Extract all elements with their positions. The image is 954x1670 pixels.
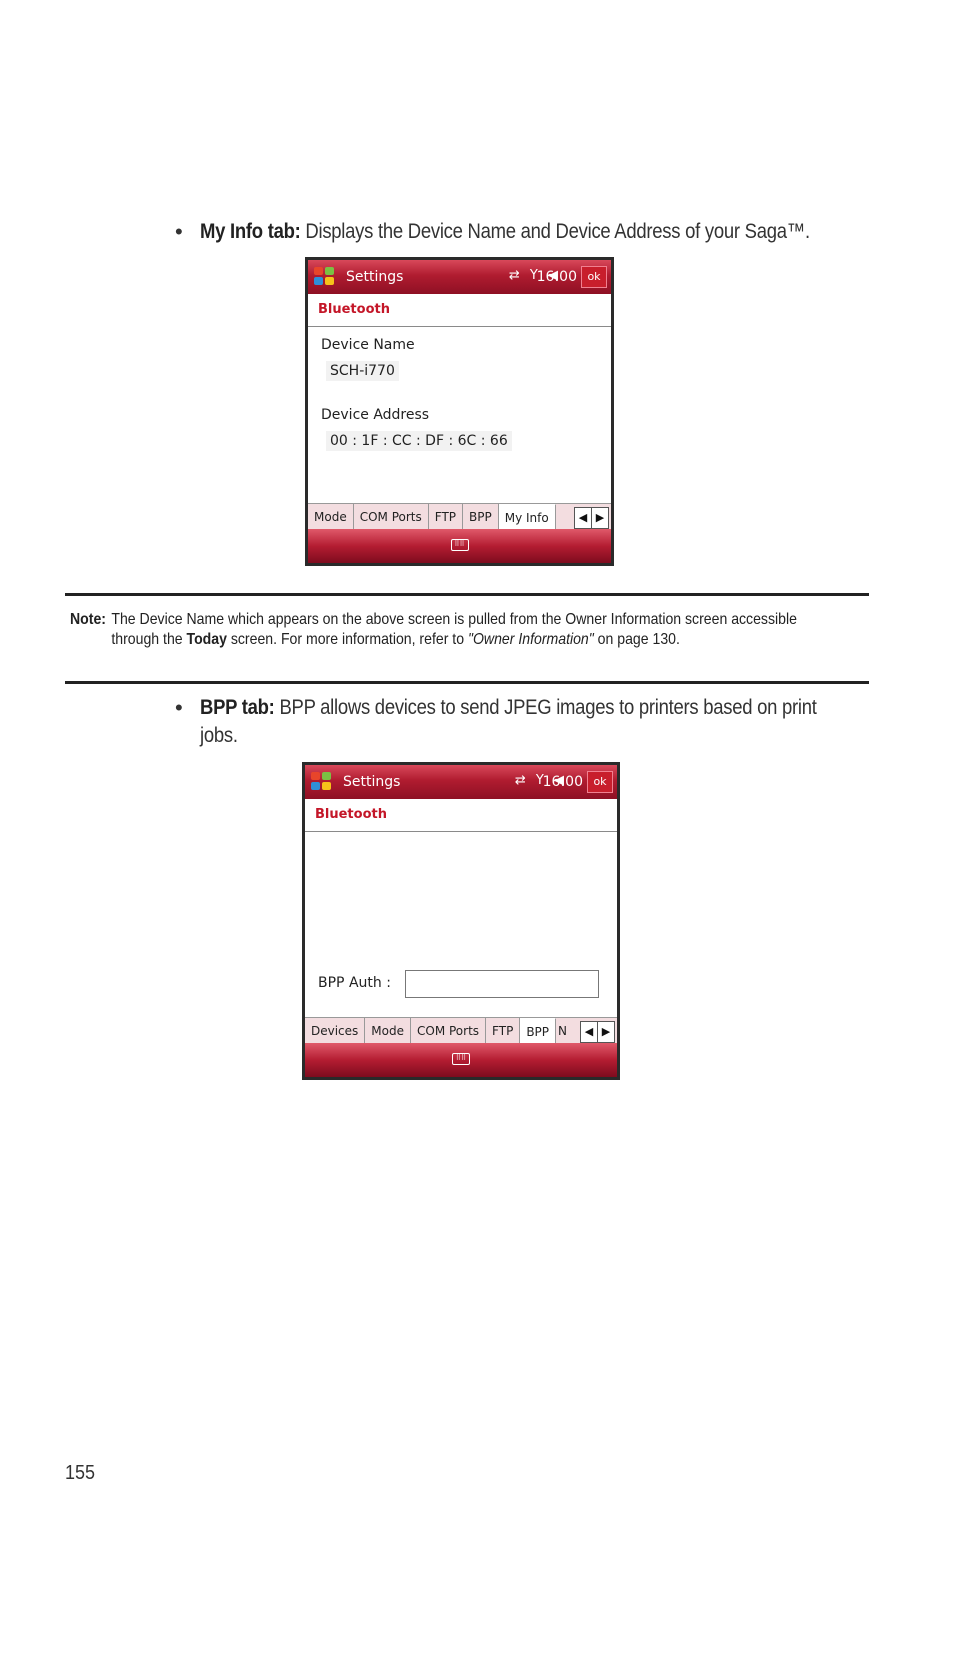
page-number: 155	[65, 1462, 96, 1484]
tab-com-ports[interactable]: COM Ports	[354, 504, 429, 530]
keyboard-icon[interactable]: ⠿⠿	[450, 539, 469, 551]
bpp-auth-label: BPP Auth :	[318, 975, 391, 991]
device-address-value: 00 : 1F : CC : DF : 6C : 66	[326, 431, 512, 451]
device-name-label: Device Name	[321, 337, 415, 353]
tab-strip: Mode COM Ports FTP BPP My Info ◀ ▶	[308, 503, 611, 530]
device-name-value: SCH-i770	[326, 361, 399, 381]
section-title: Bluetooth	[305, 799, 617, 832]
note-reference: "Owner Information"	[467, 631, 594, 648]
bpp-screenshot: Settings ⇄ Y ◀ 16:00 ok Bluetooth BPP Au…	[302, 762, 620, 1080]
bullet-dot: •	[175, 219, 183, 244]
window-title: Settings	[346, 269, 404, 285]
note-text-2: screen. For more information, refer to	[226, 631, 468, 648]
sync-icon[interactable]: ⇄	[515, 773, 529, 788]
clock[interactable]: 16:00	[543, 774, 583, 790]
scroll-left-icon[interactable]: ◀	[581, 1022, 597, 1042]
tab-my-info[interactable]: My Info	[498, 504, 556, 530]
window-title: Settings	[343, 774, 401, 790]
note-label: Note:	[70, 611, 106, 628]
title-bar: Settings ⇄ Y ◀ 16:00 ok	[308, 260, 611, 294]
scroll-right-icon[interactable]: ▶	[597, 1022, 614, 1042]
section-title: Bluetooth	[308, 294, 611, 327]
tab-devices[interactable]: Devices	[305, 1018, 366, 1044]
ok-button[interactable]: ok	[581, 266, 607, 288]
note-bold: Today	[186, 631, 227, 648]
scroll-right-icon[interactable]: ▶	[591, 508, 608, 528]
my-info-screenshot: Settings ⇄ Y ◀ 16:00 ok Bluetooth Device…	[305, 257, 614, 566]
windows-start-icon[interactable]	[311, 772, 333, 792]
device-address-label: Device Address	[321, 407, 430, 423]
scroll-left-icon[interactable]: ◀	[575, 508, 591, 528]
sync-icon[interactable]: ⇄	[509, 268, 523, 283]
tab-bpp[interactable]: BPP	[520, 1018, 557, 1044]
softkey-bar: ⠿⠿	[308, 529, 611, 563]
tab-com-ports[interactable]: COM Ports	[411, 1018, 487, 1044]
keyboard-icon[interactable]: ⠿⠿	[452, 1053, 470, 1065]
bullet-description: Displays the Device Name and Device Addr…	[305, 220, 810, 243]
tab-ftp[interactable]: FTP	[486, 1018, 521, 1044]
tab-partial[interactable]: N	[556, 1018, 569, 1044]
note-body: The Device Name which appears on the abo…	[111, 610, 797, 650]
bpp-auth-input[interactable]	[405, 970, 599, 998]
tab-scroll-arrows: ◀ ▶	[574, 507, 609, 529]
bullet-label: BPP tab:	[200, 696, 275, 719]
windows-start-icon[interactable]	[314, 267, 336, 287]
softkey-bar: ⠿⠿	[305, 1043, 617, 1077]
bullet-text: My Info tab: Displays the Device Name an…	[200, 218, 810, 246]
bullet-description: BPP allows devices to send JPEG images t…	[200, 696, 817, 747]
tab-scroll-arrows: ◀ ▶	[580, 1021, 615, 1043]
tab-mode[interactable]: Mode	[308, 504, 354, 530]
bullet-label: My Info tab:	[200, 220, 301, 243]
tab-ftp[interactable]: FTP	[429, 504, 464, 530]
ok-button[interactable]: ok	[587, 771, 613, 793]
clock[interactable]: 16:00	[537, 269, 577, 285]
tab-mode[interactable]: Mode	[365, 1018, 411, 1044]
note-box: Note: The Device Name which appears on t…	[65, 593, 869, 684]
bullet-text: BPP tab: BPP allows devices to send JPEG…	[200, 694, 834, 750]
tab-bpp[interactable]: BPP	[463, 504, 499, 530]
title-bar: Settings ⇄ Y ◀ 16:00 ok	[305, 765, 617, 799]
note-text-3: on page 130.	[593, 631, 680, 648]
tab-strip: Devices Mode COM Ports FTP BPP N ◀ ▶	[305, 1017, 617, 1044]
bullet-dot: •	[175, 695, 183, 720]
